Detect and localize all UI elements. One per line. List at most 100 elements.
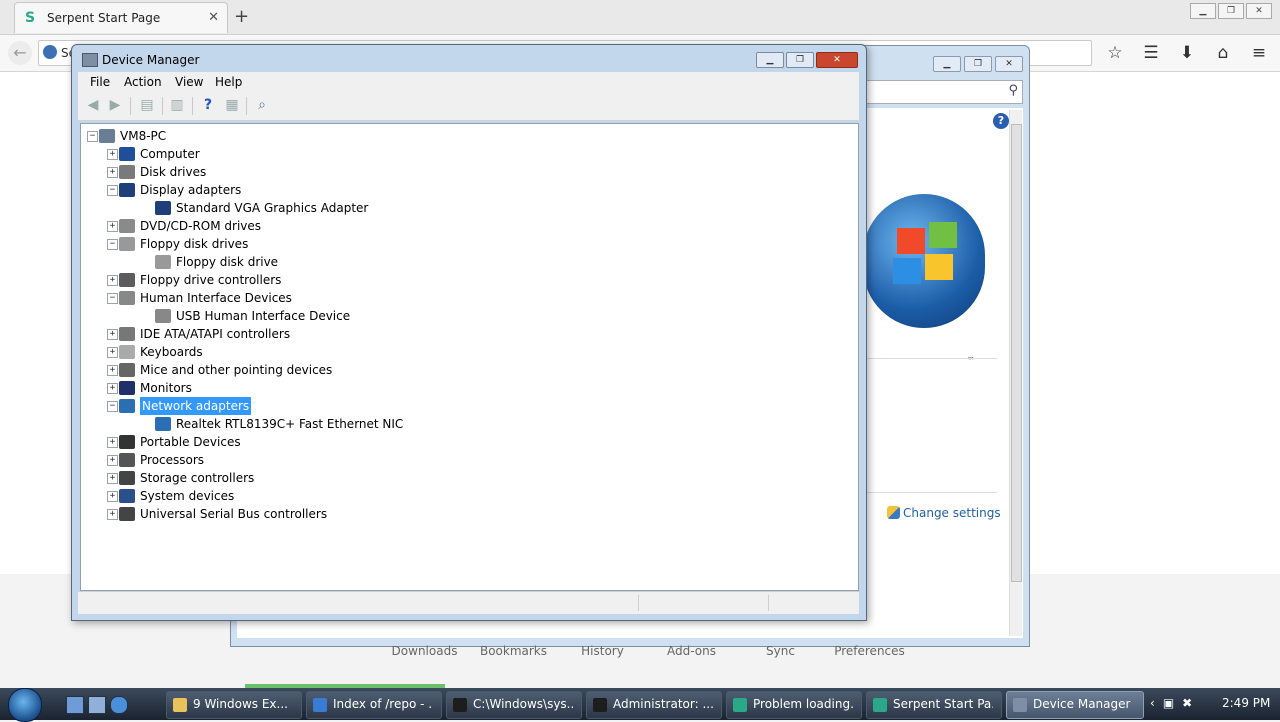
browser-tab[interactable]: S Serpent Start Page ✕	[14, 2, 228, 33]
start-button[interactable]	[8, 688, 42, 722]
collapse-icon[interactable]: −	[107, 401, 118, 412]
collapse-icon[interactable]: −	[107, 185, 118, 196]
collapse-icon[interactable]: −	[87, 131, 98, 142]
maximize-button[interactable]: ❐	[786, 52, 814, 68]
taskbar-button[interactable]: Index of /repo - ...	[306, 691, 442, 719]
tree-item[interactable]: + DVD/CD-ROM drives	[81, 217, 841, 235]
collapse-icon[interactable]: −	[107, 293, 118, 304]
tree-item[interactable]: − Human Interface Devices	[81, 289, 841, 307]
expand-icon[interactable]: +	[107, 149, 118, 160]
expand-icon[interactable]: +	[107, 365, 118, 376]
scan-hardware-icon[interactable]: ⌕	[253, 97, 271, 114]
tree-item[interactable]: + System devices	[81, 487, 841, 505]
maximize-button[interactable]: ❐	[964, 56, 992, 72]
collapse-icon[interactable]: −	[107, 239, 118, 250]
taskbar-button[interactable]: Administrator: ...	[586, 691, 722, 719]
tree-item[interactable]: Floppy disk drive	[81, 253, 841, 271]
expand-icon[interactable]: +	[107, 473, 118, 484]
show-hide-action-pane-icon[interactable]: ▦	[223, 97, 241, 114]
tree-item[interactable]: USB Human Interface Device	[81, 307, 841, 325]
scrollbar[interactable]	[1009, 110, 1022, 636]
tree-item[interactable]: + Monitors	[81, 379, 841, 397]
tree-item[interactable]: + Storage controllers	[81, 469, 841, 487]
internet-explorer-icon[interactable]	[110, 696, 128, 714]
expand-icon[interactable]: +	[107, 455, 118, 466]
tree-item[interactable]: + Universal Serial Bus controllers	[81, 505, 841, 523]
search-icon[interactable]: ⚲	[1008, 83, 1018, 98]
footer-downloads[interactable]: Downloads	[380, 644, 469, 658]
tree-item[interactable]: − Display adapters	[81, 181, 841, 199]
tree-item[interactable]: + Keyboards	[81, 343, 841, 361]
back-arrow-icon[interactable]: ◀	[84, 97, 102, 114]
expand-icon[interactable]: +	[107, 491, 118, 502]
menu-icon[interactable]: ≡	[1248, 43, 1270, 63]
taskbar-button[interactable]: C:\Windows\sys...	[446, 691, 582, 719]
expand-icon[interactable]: +	[107, 329, 118, 340]
change-settings-link[interactable]: Change settings	[887, 506, 1001, 520]
footer-add-ons[interactable]: Add-ons	[647, 644, 736, 658]
menu-help[interactable]: Help	[215, 75, 242, 89]
footer-bookmarks[interactable]: Bookmarks	[469, 644, 558, 658]
show-hide-console-tree-icon[interactable]: ▤	[138, 97, 156, 114]
footer-preferences[interactable]: Preferences	[825, 644, 914, 658]
tree-item[interactable]: + Processors	[81, 451, 841, 469]
network-icon[interactable]: ▣	[1163, 696, 1174, 710]
taskbar-button[interactable]: Serpent Start Pa...	[866, 691, 1002, 719]
expand-icon[interactable]: +	[107, 167, 118, 178]
minimize-button[interactable]: ▁	[1190, 3, 1216, 19]
tree-item[interactable]: − Network adapters	[81, 397, 841, 415]
minimize-button[interactable]: ▁	[933, 56, 961, 72]
help-icon[interactable]: ?	[993, 113, 1009, 129]
status-bar	[78, 591, 859, 614]
close-tab-icon[interactable]: ✕	[208, 10, 219, 25]
help-icon[interactable]: ?	[199, 97, 217, 114]
close-button[interactable]: ✕	[1246, 3, 1272, 19]
expand-icon[interactable]: +	[107, 275, 118, 286]
expand-icon[interactable]: +	[107, 383, 118, 394]
search-field[interactable]: ⚲	[865, 80, 1023, 104]
close-button[interactable]: ✕	[995, 56, 1023, 72]
clock[interactable]: 2:49 PM	[1222, 696, 1270, 710]
tree-item[interactable]: + Floppy drive controllers	[81, 271, 841, 289]
switch-windows-icon[interactable]	[88, 696, 106, 714]
expand-icon[interactable]: +	[107, 221, 118, 232]
tree-item[interactable]: Realtek RTL8139C+ Fast Ethernet NIC	[81, 415, 841, 433]
taskbar-button[interactable]: 9 Windows Ex...	[166, 691, 302, 719]
download-icon[interactable]: ⬇	[1176, 43, 1198, 63]
expand-icon[interactable]: +	[107, 437, 118, 448]
taskbar-button[interactable]: Device Manager	[1006, 691, 1144, 719]
tree-item[interactable]: Standard VGA Graphics Adapter	[81, 199, 841, 217]
back-button[interactable]: ←	[8, 41, 32, 65]
scrollbar-thumb[interactable]	[1011, 124, 1022, 582]
menu-view[interactable]: View	[175, 75, 203, 89]
taskbar-button[interactable]: Problem loading...	[726, 691, 862, 719]
maximize-button[interactable]: ❐	[1218, 3, 1244, 19]
properties-icon[interactable]: ▥	[168, 97, 186, 114]
title-bar[interactable]: Device Manager ▁ ❐ ✕	[72, 45, 866, 73]
show-desktop-icon[interactable]	[66, 696, 84, 714]
expand-icon[interactable]: +	[107, 347, 118, 358]
close-button[interactable]: ✕	[816, 52, 858, 68]
mouse-icon	[119, 363, 135, 377]
minimize-button[interactable]: ▁	[756, 52, 784, 68]
tree-item[interactable]: − Floppy disk drives	[81, 235, 841, 253]
expand-icon[interactable]: +	[107, 509, 118, 520]
home-icon[interactable]: ⌂	[1212, 43, 1234, 63]
footer-sync[interactable]: Sync	[736, 644, 825, 658]
computer-root-icon	[99, 129, 115, 143]
tree-item[interactable]: + Portable Devices	[81, 433, 841, 451]
bookmark-star-icon[interactable]: ☆	[1104, 43, 1126, 63]
tree-item[interactable]: + Disk drives	[81, 163, 841, 181]
tree-item[interactable]: + Computer	[81, 145, 841, 163]
menu-action[interactable]: Action	[124, 75, 162, 89]
menu-file[interactable]: File	[90, 75, 110, 89]
tree-item[interactable]: − VM8-PC	[81, 127, 841, 145]
forward-arrow-icon[interactable]: ▶	[106, 97, 124, 114]
volume-muted-icon[interactable]: ✖	[1182, 696, 1192, 710]
reading-list-icon[interactable]: ☰	[1140, 43, 1162, 63]
tree-item[interactable]: + IDE ATA/ATAPI controllers	[81, 325, 841, 343]
tray-expand-icon[interactable]: ‹	[1150, 696, 1155, 710]
footer-history[interactable]: History	[558, 644, 647, 658]
new-tab-button[interactable]: +	[234, 6, 249, 27]
tree-item[interactable]: + Mice and other pointing devices	[81, 361, 841, 379]
